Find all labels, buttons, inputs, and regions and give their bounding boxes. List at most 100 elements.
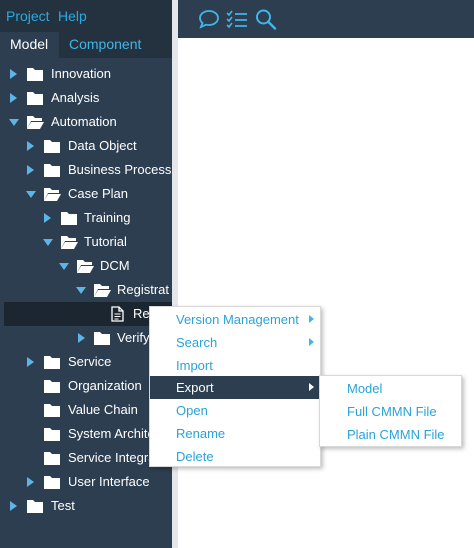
tree-item-case-plan[interactable]: Case Plan: [0, 182, 172, 206]
tree-item-data-object[interactable]: Data Object: [0, 134, 172, 158]
collapse-arrow-icon[interactable]: [76, 287, 86, 294]
menu-item-delete[interactable]: Delete: [150, 445, 320, 468]
collapse-arrow-icon[interactable]: [59, 263, 69, 270]
folder-icon: [44, 476, 60, 489]
tree-item-automation[interactable]: Automation: [0, 110, 172, 134]
tree-item-label: Re: [133, 306, 150, 321]
export-full-cmmn-item[interactable]: Full CMMN File: [320, 400, 461, 423]
tree-item-system-architecture[interactable]: System Archite: [0, 422, 172, 446]
menu-item-rename[interactable]: Rename: [150, 422, 320, 445]
tree-item-label: Automation: [51, 114, 117, 129]
open-folder-icon: [94, 284, 111, 297]
tree-item-label: Business Process: [68, 162, 172, 177]
menu-item-import[interactable]: Import: [150, 354, 320, 377]
tree-item-service-integration[interactable]: Service Integra: [0, 446, 172, 470]
folder-icon: [44, 452, 60, 465]
tree-item-label: Verify: [117, 330, 150, 345]
open-folder-icon: [44, 188, 61, 201]
menu-item-version-management[interactable]: Version Management: [150, 308, 320, 331]
open-folder-icon: [77, 260, 94, 273]
chat-icon[interactable]: [197, 8, 221, 30]
expand-arrow-icon[interactable]: [44, 213, 51, 223]
toolbar: [178, 0, 474, 38]
menu-item-label: Import: [176, 358, 213, 373]
expand-arrow-icon[interactable]: [27, 165, 34, 175]
tree-item-label: Test: [51, 498, 75, 513]
tree-item-label: Value Chain: [68, 402, 138, 417]
submenu-arrow-icon: [309, 315, 314, 323]
export-model-item[interactable]: Model: [320, 377, 461, 400]
folder-icon: [61, 212, 77, 225]
checklist-icon[interactable]: [225, 8, 249, 30]
menu-item-search[interactable]: Search: [150, 331, 320, 354]
folder-icon: [44, 356, 60, 369]
tab-model[interactable]: Model: [0, 32, 59, 58]
tree-item-label: Data Object: [68, 138, 137, 153]
menu-item-label: Rename: [176, 426, 226, 441]
context-menu: Version Management Search Import Export …: [149, 306, 321, 467]
explorer-tabs: Model Component: [0, 32, 172, 58]
folder-icon: [27, 92, 43, 105]
tree-item-service[interactable]: Service: [0, 350, 172, 374]
folder-icon: [44, 404, 60, 417]
export-plain-cmmn-item[interactable]: Plain CMMN File: [320, 423, 461, 446]
open-folder-icon: [61, 236, 78, 249]
menu-item-label: Delete: [176, 449, 214, 464]
tree-item-value-chain[interactable]: Value Chain: [0, 398, 172, 422]
tree-item-business-process[interactable]: Business Process: [0, 158, 172, 182]
expand-arrow-icon[interactable]: [78, 333, 85, 343]
folder-icon: [44, 164, 60, 177]
tree-item-label: Analysis: [51, 90, 100, 105]
collapse-arrow-icon[interactable]: [9, 119, 19, 126]
tree-item-label: System Archite: [68, 426, 155, 441]
tree-item-selected-file[interactable]: Re: [4, 302, 172, 326]
tree-item-organization[interactable]: Organization: [0, 374, 172, 398]
expand-arrow-icon[interactable]: [10, 501, 17, 511]
search-icon[interactable]: [254, 8, 278, 30]
submenu-arrow-icon: [309, 338, 314, 346]
tree-item-label: User Interface: [68, 474, 150, 489]
tree-item-dcm[interactable]: DCM: [0, 254, 172, 278]
collapse-arrow-icon[interactable]: [43, 239, 53, 246]
menu-item-label: Search: [176, 335, 218, 350]
expand-arrow-icon[interactable]: [27, 141, 34, 151]
menu-item-export[interactable]: Export: [150, 376, 320, 399]
tree-item-tutorial[interactable]: Tutorial: [0, 230, 172, 254]
menubar: Project Help: [0, 0, 172, 32]
expand-arrow-icon[interactable]: [27, 357, 34, 367]
menu-item-open[interactable]: Open: [150, 399, 320, 422]
menu-item-label: Open: [176, 403, 208, 418]
menu-help[interactable]: Help: [54, 4, 91, 28]
open-folder-icon: [27, 116, 44, 129]
tree-item-test[interactable]: Test: [0, 494, 172, 518]
export-submenu: Model Full CMMN File Plain CMMN File: [319, 375, 462, 447]
folder-icon: [44, 380, 60, 393]
menu-project[interactable]: Project: [2, 4, 54, 28]
expand-arrow-icon[interactable]: [27, 477, 34, 487]
expand-arrow-icon[interactable]: [10, 93, 17, 103]
submenu-arrow-icon: [309, 383, 314, 391]
folder-icon: [94, 332, 110, 345]
collapse-arrow-icon[interactable]: [26, 191, 36, 198]
tree-item-registrat[interactable]: Registrat: [0, 278, 172, 302]
tree-item-user-interface[interactable]: User Interface: [0, 470, 172, 494]
tree-item-label: Registrat: [117, 282, 170, 297]
tree-item-label: Service: [68, 354, 112, 369]
menu-item-label: Export: [176, 380, 214, 395]
tree-item-innovation[interactable]: Innovation: [0, 62, 172, 86]
tree-item-training[interactable]: Training: [0, 206, 172, 230]
tree-item-label: Organization: [68, 378, 142, 393]
tab-component[interactable]: Component: [59, 32, 172, 58]
menu-item-label: Version Management: [176, 312, 299, 327]
tree-item-label: Case Plan: [68, 186, 128, 201]
tree-item-label: Training: [84, 210, 131, 225]
tree-item-label: Tutorial: [84, 234, 127, 249]
tree-item-verify[interactable]: Verify: [0, 326, 172, 350]
file-icon: [111, 306, 124, 322]
tree-item-label: DCM: [100, 258, 130, 273]
expand-arrow-icon[interactable]: [10, 69, 17, 79]
tree-item-analysis[interactable]: Analysis: [0, 86, 172, 110]
folder-icon: [27, 500, 43, 513]
folder-icon: [27, 68, 43, 81]
tree-item-label: Service Integra: [68, 450, 156, 465]
